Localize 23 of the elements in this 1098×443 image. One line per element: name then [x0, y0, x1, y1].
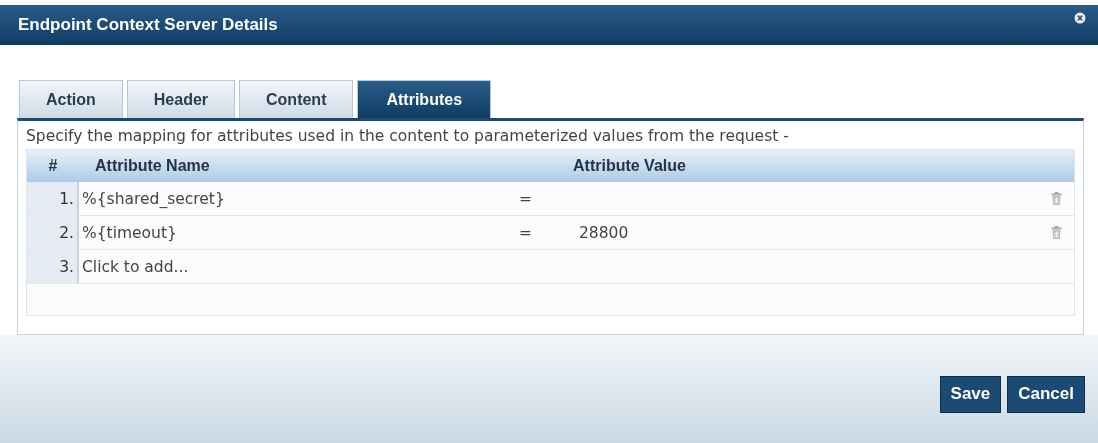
tab[interactable]: Action [19, 80, 123, 118]
table-cell-text: %{shared_secret} [81, 189, 226, 208]
equals-sign: = [519, 223, 533, 242]
add-row-link[interactable]: Click to add... [79, 257, 189, 276]
equals-sign: = [519, 189, 533, 208]
close-icon[interactable] [1074, 12, 1086, 24]
column-header: Attribute Name [94, 157, 211, 175]
tab[interactable]: Content [239, 80, 354, 118]
save-button[interactable]: Save [939, 375, 1002, 413]
window-title: Endpoint Context Server Details [18, 15, 278, 35]
cancel-button[interactable]: Cancel [1007, 375, 1085, 413]
table-cell: 28800 [579, 223, 629, 242]
tab[interactable]: Attributes [357, 80, 492, 118]
trash-icon[interactable] [1051, 226, 1062, 239]
description-text: Specify the mapping for attributes used in the content to parameterized values from the request - [26, 127, 790, 145]
row-number: 2. [27, 216, 79, 249]
row-number: 1. [27, 182, 79, 215]
table-cell-text: %{timeout} [81, 223, 178, 242]
tab[interactable]: Header [126, 80, 236, 118]
trash-icon[interactable] [1051, 192, 1062, 205]
column-header: Attribute Value [573, 157, 686, 175]
row-number: 3. [27, 250, 79, 283]
column-header: # [47, 157, 59, 175]
